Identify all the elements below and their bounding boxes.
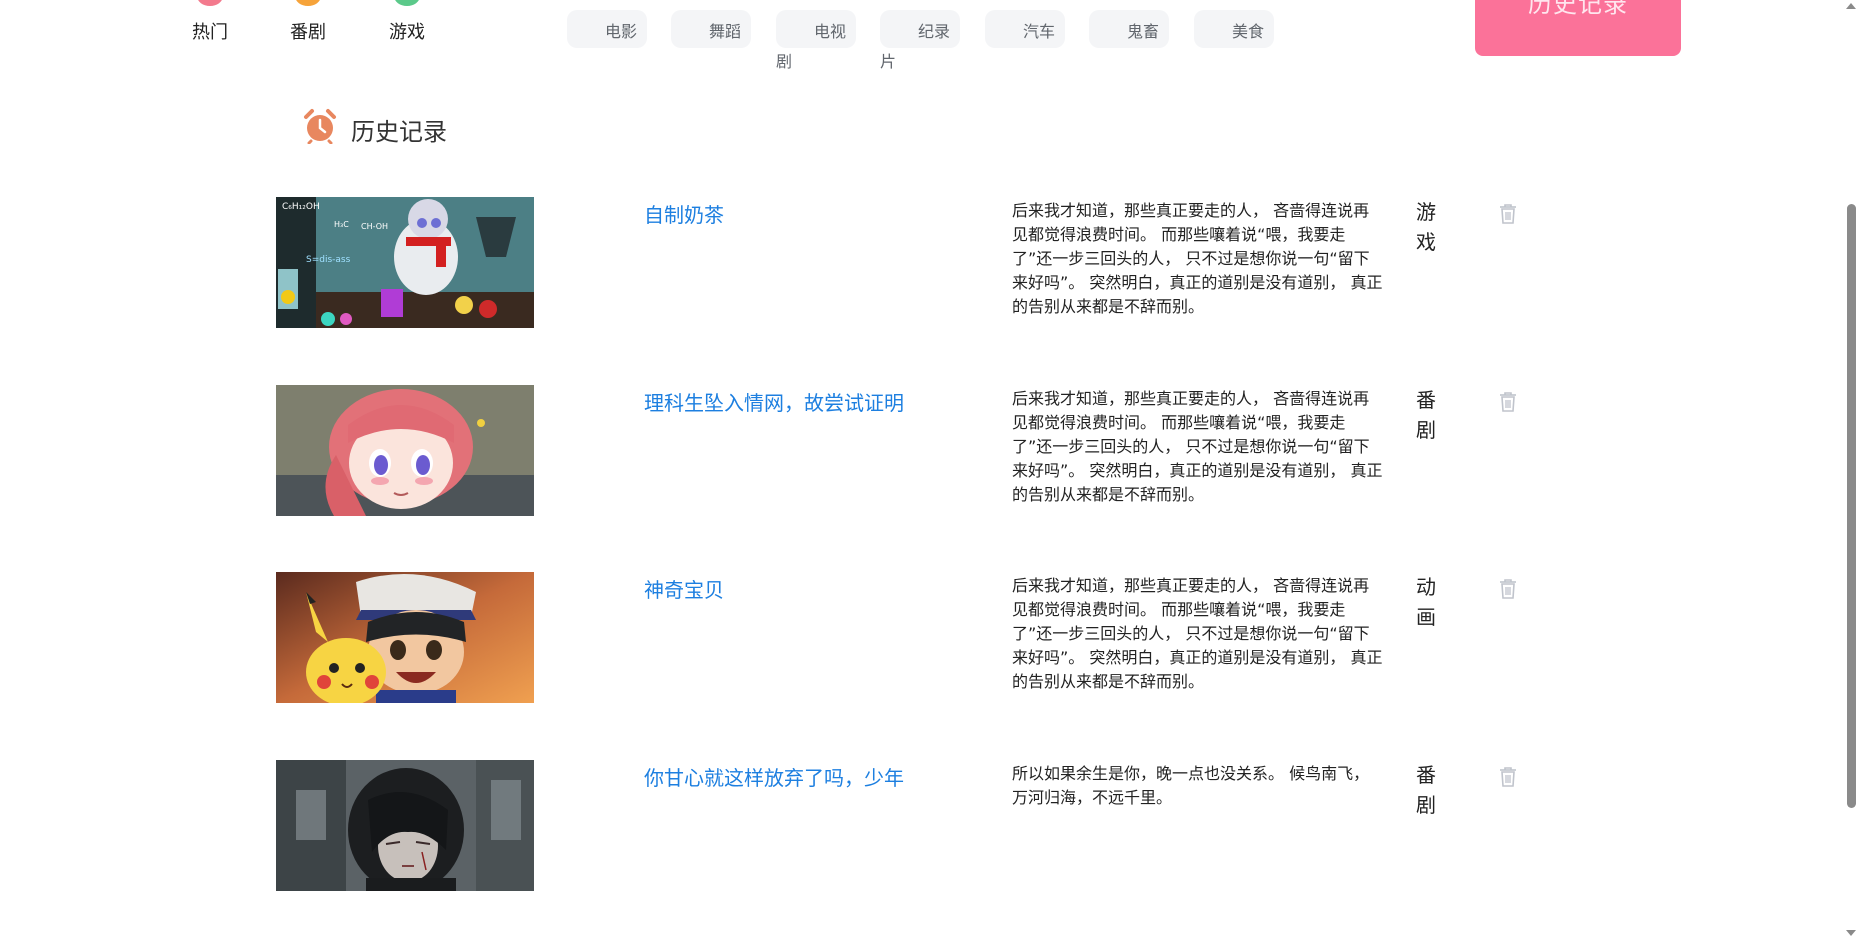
nav-category-label: 番剧 (290, 22, 326, 43)
svg-text:CH-OH: CH-OH (361, 222, 388, 231)
dark-hair-boy-thumbnail (276, 760, 534, 891)
video-category: 游戏 (1416, 200, 1436, 254)
scrollbar-thumb[interactable] (1847, 204, 1856, 808)
history-button-label: 历史记录 (1528, 0, 1628, 18)
nav-category-hot[interactable]: 热门 (175, 0, 245, 50)
nav-category-label: 热门 (192, 22, 228, 43)
history-item: 神奇宝贝 后来我才知道，那些真正要走的人， 吝啬得连说再见都觉得浪费时间。 而那… (0, 572, 1860, 722)
tag-food[interactable]: 美食 (1194, 10, 1274, 48)
nav-category-label: 游戏 (389, 22, 425, 43)
tag-label: 纪录 (917, 22, 950, 41)
video-thumbnail[interactable] (276, 572, 534, 703)
video-title-link[interactable]: 理科生坠入情网，故尝试证明 (644, 387, 904, 416)
tag-documentary[interactable]: 纪录 片 (880, 10, 960, 71)
video-category: 动画 (1416, 575, 1436, 629)
tag-label-overflow: 片 (880, 52, 897, 71)
history-item: 理科生坠入情网，故尝试证明 后来我才知道，那些真正要走的人， 吝啬得连说再见都觉… (0, 385, 1860, 535)
tag-movie[interactable]: 电影 (567, 10, 647, 48)
history-button[interactable]: 历史记录 (1475, 0, 1681, 56)
svg-text:S=dis-ass: S=dis-ass (306, 255, 351, 265)
svg-text:C₆H₁₂OH: C₆H₁₂OH (282, 202, 320, 212)
nav-category-bangumi[interactable]: 番剧 (273, 0, 343, 50)
video-thumbnail[interactable]: C₆H₁₂OH H₃C CH-OH S=dis-ass (276, 197, 534, 328)
video-description: 后来我才知道，那些真正要走的人， 吝啬得连说再见都觉得浪费时间。 而那些嚷着说“… (1012, 576, 1383, 691)
alarm-clock-icon (304, 109, 336, 144)
bangumi-icon (295, 0, 321, 6)
history-item: C₆H₁₂OH H₃C CH-OH S=dis-ass 自制奶茶 后来我才知道，… (0, 197, 1860, 347)
video-description: 后来我才知道，那些真正要走的人， 吝啬得连说再见都觉得浪费时间。 而那些嚷着说“… (1012, 389, 1383, 504)
tag-label: 美食 (1231, 22, 1264, 41)
tag-label: 电视 (813, 22, 846, 41)
scroll-up-arrow-icon[interactable] (1846, 3, 1856, 9)
trash-icon[interactable] (1498, 203, 1518, 225)
history-item: 你甘心就这样放弃了吗，少年 所以如果余生是你，晚一点也没关系。 候鸟南飞，万河归… (0, 760, 1860, 910)
video-title-link[interactable]: 自制奶茶 (644, 199, 724, 228)
tag-label: 汽车 (1022, 22, 1055, 41)
video-description: 所以如果余生是你，晚一点也没关系。 候鸟南飞，万河归海，不远千里。 (1012, 764, 1370, 807)
tag-label-overflow: 剧 (776, 52, 793, 71)
ash-pikachu-thumbnail (276, 572, 534, 703)
tag-label: 电影 (604, 22, 637, 41)
tag-dance[interactable]: 舞蹈 (671, 10, 751, 48)
tag-label: 舞蹈 (708, 22, 741, 41)
video-title-link[interactable]: 你甘心就这样放弃了吗，少年 (644, 762, 904, 791)
video-title-link[interactable]: 神奇宝贝 (644, 574, 724, 603)
nav-category-game[interactable]: 游戏 (372, 0, 442, 50)
chemistry-snowman-thumbnail: C₆H₁₂OH H₃C CH-OH S=dis-ass (276, 197, 534, 328)
trash-icon[interactable] (1498, 391, 1518, 413)
pink-hair-girl-thumbnail (276, 385, 534, 516)
video-category: 番剧 (1416, 388, 1436, 442)
tag-label: 鬼畜 (1126, 22, 1159, 41)
svg-text:H₃C: H₃C (334, 220, 349, 229)
history-page: 热门 番剧 游戏 电影 舞蹈 电视 剧 纪录 片 汽车 鬼畜 美食 历史记录 历… (0, 0, 1860, 940)
tag-tv-drama[interactable]: 电视 剧 (776, 10, 856, 71)
video-description: 后来我才知道，那些真正要走的人， 吝啬得连说再见都觉得浪费时间。 而那些嚷着说“… (1012, 201, 1383, 316)
trash-icon[interactable] (1498, 578, 1518, 600)
video-thumbnail[interactable] (276, 760, 534, 891)
tag-car[interactable]: 汽车 (985, 10, 1065, 48)
hot-icon (197, 0, 223, 6)
vertical-scrollbar[interactable] (1842, 0, 1860, 940)
video-thumbnail[interactable] (276, 385, 534, 516)
video-category: 番剧 (1416, 763, 1436, 817)
game-icon (394, 0, 420, 6)
tag-kichiku[interactable]: 鬼畜 (1089, 10, 1169, 48)
page-title: 历史记录 (351, 118, 447, 146)
trash-icon[interactable] (1498, 766, 1518, 788)
scroll-down-arrow-icon[interactable] (1846, 930, 1856, 936)
